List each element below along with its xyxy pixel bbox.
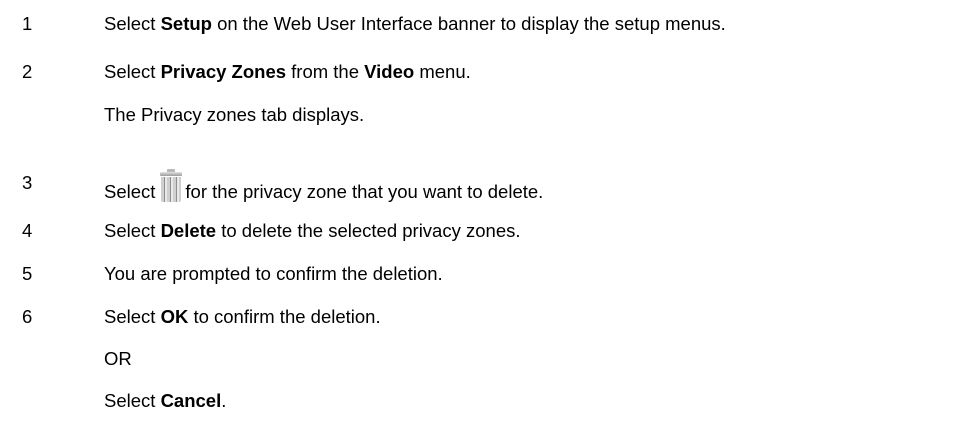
step-text: Select for the privacy zone that you want… xyxy=(104,169,543,203)
step-number: 5 xyxy=(22,263,33,284)
step-number: 4 xyxy=(22,220,33,241)
step-number: 1 xyxy=(22,13,33,34)
ui-term: OK xyxy=(160,306,189,327)
ui-term: Setup xyxy=(160,13,212,34)
step-number: 3 xyxy=(22,172,33,193)
step-number: 2 xyxy=(22,61,33,82)
ui-term: Video xyxy=(364,61,415,82)
step-text: You are prompted to confirm the deletion… xyxy=(104,263,443,284)
result-text: The Privacy zones tab displays. xyxy=(104,104,365,125)
step-text: Select Delete to delete the selected pri… xyxy=(104,220,521,241)
ui-term: Privacy Zones xyxy=(160,61,287,82)
step-text: Select Cancel. xyxy=(104,390,227,411)
step-text: Select Privacy Zones from the Video menu… xyxy=(104,61,471,82)
ui-term: Delete xyxy=(160,220,217,241)
or-text: OR xyxy=(104,348,132,369)
step-number: 6 xyxy=(22,306,33,327)
trash-can-icon xyxy=(159,169,183,202)
step-text: Select Setup on the Web User Interface b… xyxy=(104,13,726,34)
ui-term: Cancel xyxy=(160,390,222,411)
step-text: Select OK to confirm the deletion. xyxy=(104,306,381,327)
